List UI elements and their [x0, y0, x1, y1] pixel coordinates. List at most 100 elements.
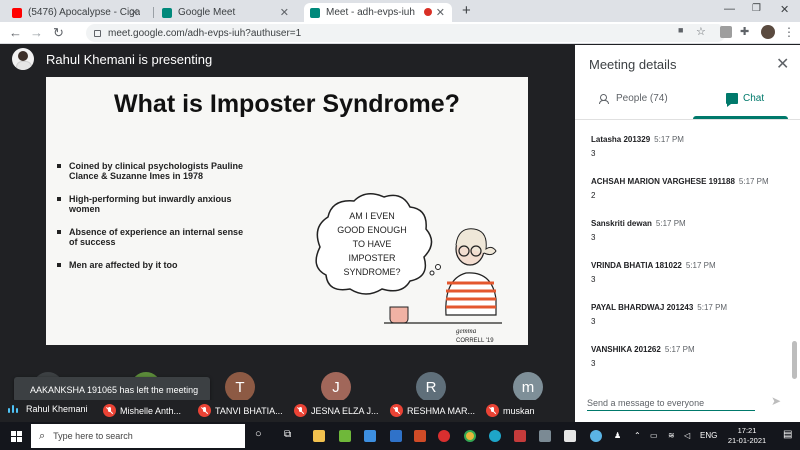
restore-icon[interactable]: ❐	[752, 3, 761, 14]
participant-tile-avatar[interactable]: T	[225, 372, 255, 402]
taskbar-search-box[interactable]: ⌕ Type here to search	[31, 424, 245, 448]
speaking-mic-icon	[8, 404, 18, 414]
shared-slide: What is Imposter Syndrome? Coined by cli…	[46, 77, 528, 345]
cortana-icon[interactable]: ○	[255, 428, 262, 440]
message-text: 3	[591, 275, 596, 284]
notifications-icon[interactable]: ▤	[783, 429, 792, 440]
avatar-letter: J	[332, 378, 340, 396]
volume-icon[interactable]: ◁	[684, 431, 690, 440]
menu-kebab-icon[interactable]: ⋮	[783, 25, 795, 39]
extension-s-icon[interactable]	[720, 26, 732, 38]
weather-icon[interactable]	[590, 430, 602, 442]
meet-icon	[310, 7, 320, 18]
participant-label[interactable]: RESHMA MAR...	[390, 404, 475, 417]
chat-message: VANSHIKA 201262 5:17 PM 3	[591, 345, 791, 368]
participant-name: Rahul Khemani	[26, 404, 88, 414]
chat-input-underline	[587, 410, 755, 411]
opera-icon[interactable]	[438, 430, 450, 442]
participant-tile-avatar[interactable]: R	[416, 372, 446, 402]
participant-name: Mishelle Anth...	[120, 405, 182, 416]
tab-separator	[153, 7, 154, 18]
bookmark-star-icon[interactable]: ☆	[696, 25, 706, 38]
participant-name: JESNA ELZA J...	[311, 405, 379, 416]
close-icon[interactable]: ✕	[436, 6, 445, 19]
reload-icon[interactable]: ↻	[53, 25, 64, 41]
store-icon[interactable]	[339, 430, 351, 442]
forward-arrow-icon[interactable]: →	[30, 25, 43, 40]
participant-tile-avatar[interactable]: J	[321, 372, 351, 402]
message-time: 5:17 PM	[664, 345, 695, 354]
message-time: 5:17 PM	[654, 135, 684, 144]
windows-taskbar: ⌕ Type here to search ○ ⧉ ♟ ⌃ ▭ ≋ ◁ ENG …	[0, 422, 800, 450]
presentation-stage: Rahul Khemani is presenting What is Impo…	[0, 45, 575, 345]
participant-label[interactable]: Mishelle Anth...	[103, 404, 181, 417]
app-icon[interactable]	[539, 430, 551, 442]
profile-avatar[interactable]	[761, 25, 775, 39]
back-arrow-icon[interactable]: ←	[9, 25, 22, 40]
participant-label[interactable]: TANVI BHATIA...	[198, 404, 283, 417]
close-icon[interactable]: ✕	[776, 54, 789, 74]
office-icon[interactable]	[414, 430, 426, 442]
send-icon[interactable]: ➤	[771, 394, 781, 408]
address-bar[interactable]: meet.google.com/adh-evps-iuh?authuser=1	[86, 24, 726, 42]
people-tray-icon[interactable]: ♟	[614, 431, 621, 440]
edge-icon[interactable]	[489, 430, 501, 442]
participant-label[interactable]: muskan	[486, 404, 535, 417]
task-view-icon[interactable]: ⧉	[284, 429, 291, 440]
tab-title: (5476) Apocalypse - Cigarettes A	[28, 7, 140, 18]
close-icon[interactable]: ✕	[280, 6, 289, 19]
minimize-icon[interactable]: —	[724, 3, 735, 15]
bubble-dot	[429, 270, 435, 276]
tab-google-meet[interactable]: Google Meet ✕	[156, 3, 296, 22]
chevron-up-icon[interactable]: ⌃	[634, 431, 641, 440]
windows-start-icon[interactable]	[11, 431, 22, 442]
chat-message: VRINDA BHATIA 181022 5:17 PM 3	[591, 261, 791, 284]
app-icon[interactable]	[514, 430, 526, 442]
youtube-icon	[12, 7, 22, 18]
vscode-icon[interactable]	[390, 430, 402, 442]
meeting-details-panel: Meeting details ✕ People (74) Chat Latas…	[575, 45, 800, 422]
chat-message: Sanskriti dewan 5:17 PM 3	[591, 219, 791, 242]
wifi-icon[interactable]: ≋	[668, 431, 675, 440]
chat-input[interactable]: Send a message to everyone	[587, 398, 755, 408]
presenter-avatar	[12, 48, 34, 70]
imposter-illustration: AM I EVEN GOOD ENOUGH TO HAVE IMPOSTER S…	[315, 193, 502, 344]
extensions-puzzle-icon[interactable]: ✚	[740, 25, 749, 38]
browser-tab-strip: (5476) Apocalypse - Cigarettes A ✕ Googl…	[0, 0, 800, 22]
lock-icon	[94, 29, 101, 37]
chrome-icon[interactable]	[464, 430, 476, 442]
tab-meet-active[interactable]: Meet - adh-evps-iuh ✕	[304, 3, 452, 22]
tab-chat[interactable]: Chat	[726, 93, 765, 107]
search-icon: ⌕	[39, 429, 46, 442]
participant-label[interactable]: JESNA ELZA J...	[294, 404, 379, 417]
participant-label[interactable]: Rahul Khemani	[8, 404, 88, 414]
bullet-item: Absence of experience an internal sense …	[56, 227, 246, 247]
language-indicator[interactable]: ENG	[700, 431, 717, 440]
bubble-line: IMPOSTER	[348, 253, 396, 263]
presenter-text: Rahul Khemani is presenting	[46, 51, 213, 67]
notepad-icon[interactable]	[564, 430, 576, 442]
dropbox-icon[interactable]	[364, 430, 376, 442]
message-text: 3	[591, 317, 596, 326]
bubble-line: SYNDROME?	[343, 267, 400, 277]
tab-people[interactable]: People (74)	[599, 93, 668, 104]
tab-youtube[interactable]: (5476) Apocalypse - Cigarettes A ✕	[6, 3, 146, 22]
close-window-icon[interactable]: ✕	[780, 3, 789, 16]
chat-scrollbar[interactable]	[792, 341, 797, 379]
bullet-item: Men are affected by it too	[56, 260, 246, 270]
taskbar-clock[interactable]: 17:21 21-01-2021	[722, 426, 772, 446]
file-explorer-icon[interactable]	[313, 430, 325, 442]
bullet-item: High-performing but inwardly anxious wom…	[56, 194, 246, 214]
close-icon[interactable]: ✕	[130, 6, 139, 19]
tab-title: Meet - adh-evps-iuh	[326, 7, 415, 18]
participant-tile-avatar[interactable]: m	[513, 372, 543, 402]
tab-label: Chat	[743, 93, 765, 104]
message-time: 5:17 PM	[738, 177, 769, 186]
mic-off-icon	[486, 404, 499, 417]
camera-icon[interactable]: ■	[678, 25, 683, 35]
new-tab-button[interactable]: +	[462, 2, 471, 19]
message-time: 5:17 PM	[655, 219, 686, 228]
battery-icon[interactable]: ▭	[650, 431, 658, 440]
striped-sweater	[445, 272, 497, 316]
message-text: 3	[591, 233, 596, 242]
